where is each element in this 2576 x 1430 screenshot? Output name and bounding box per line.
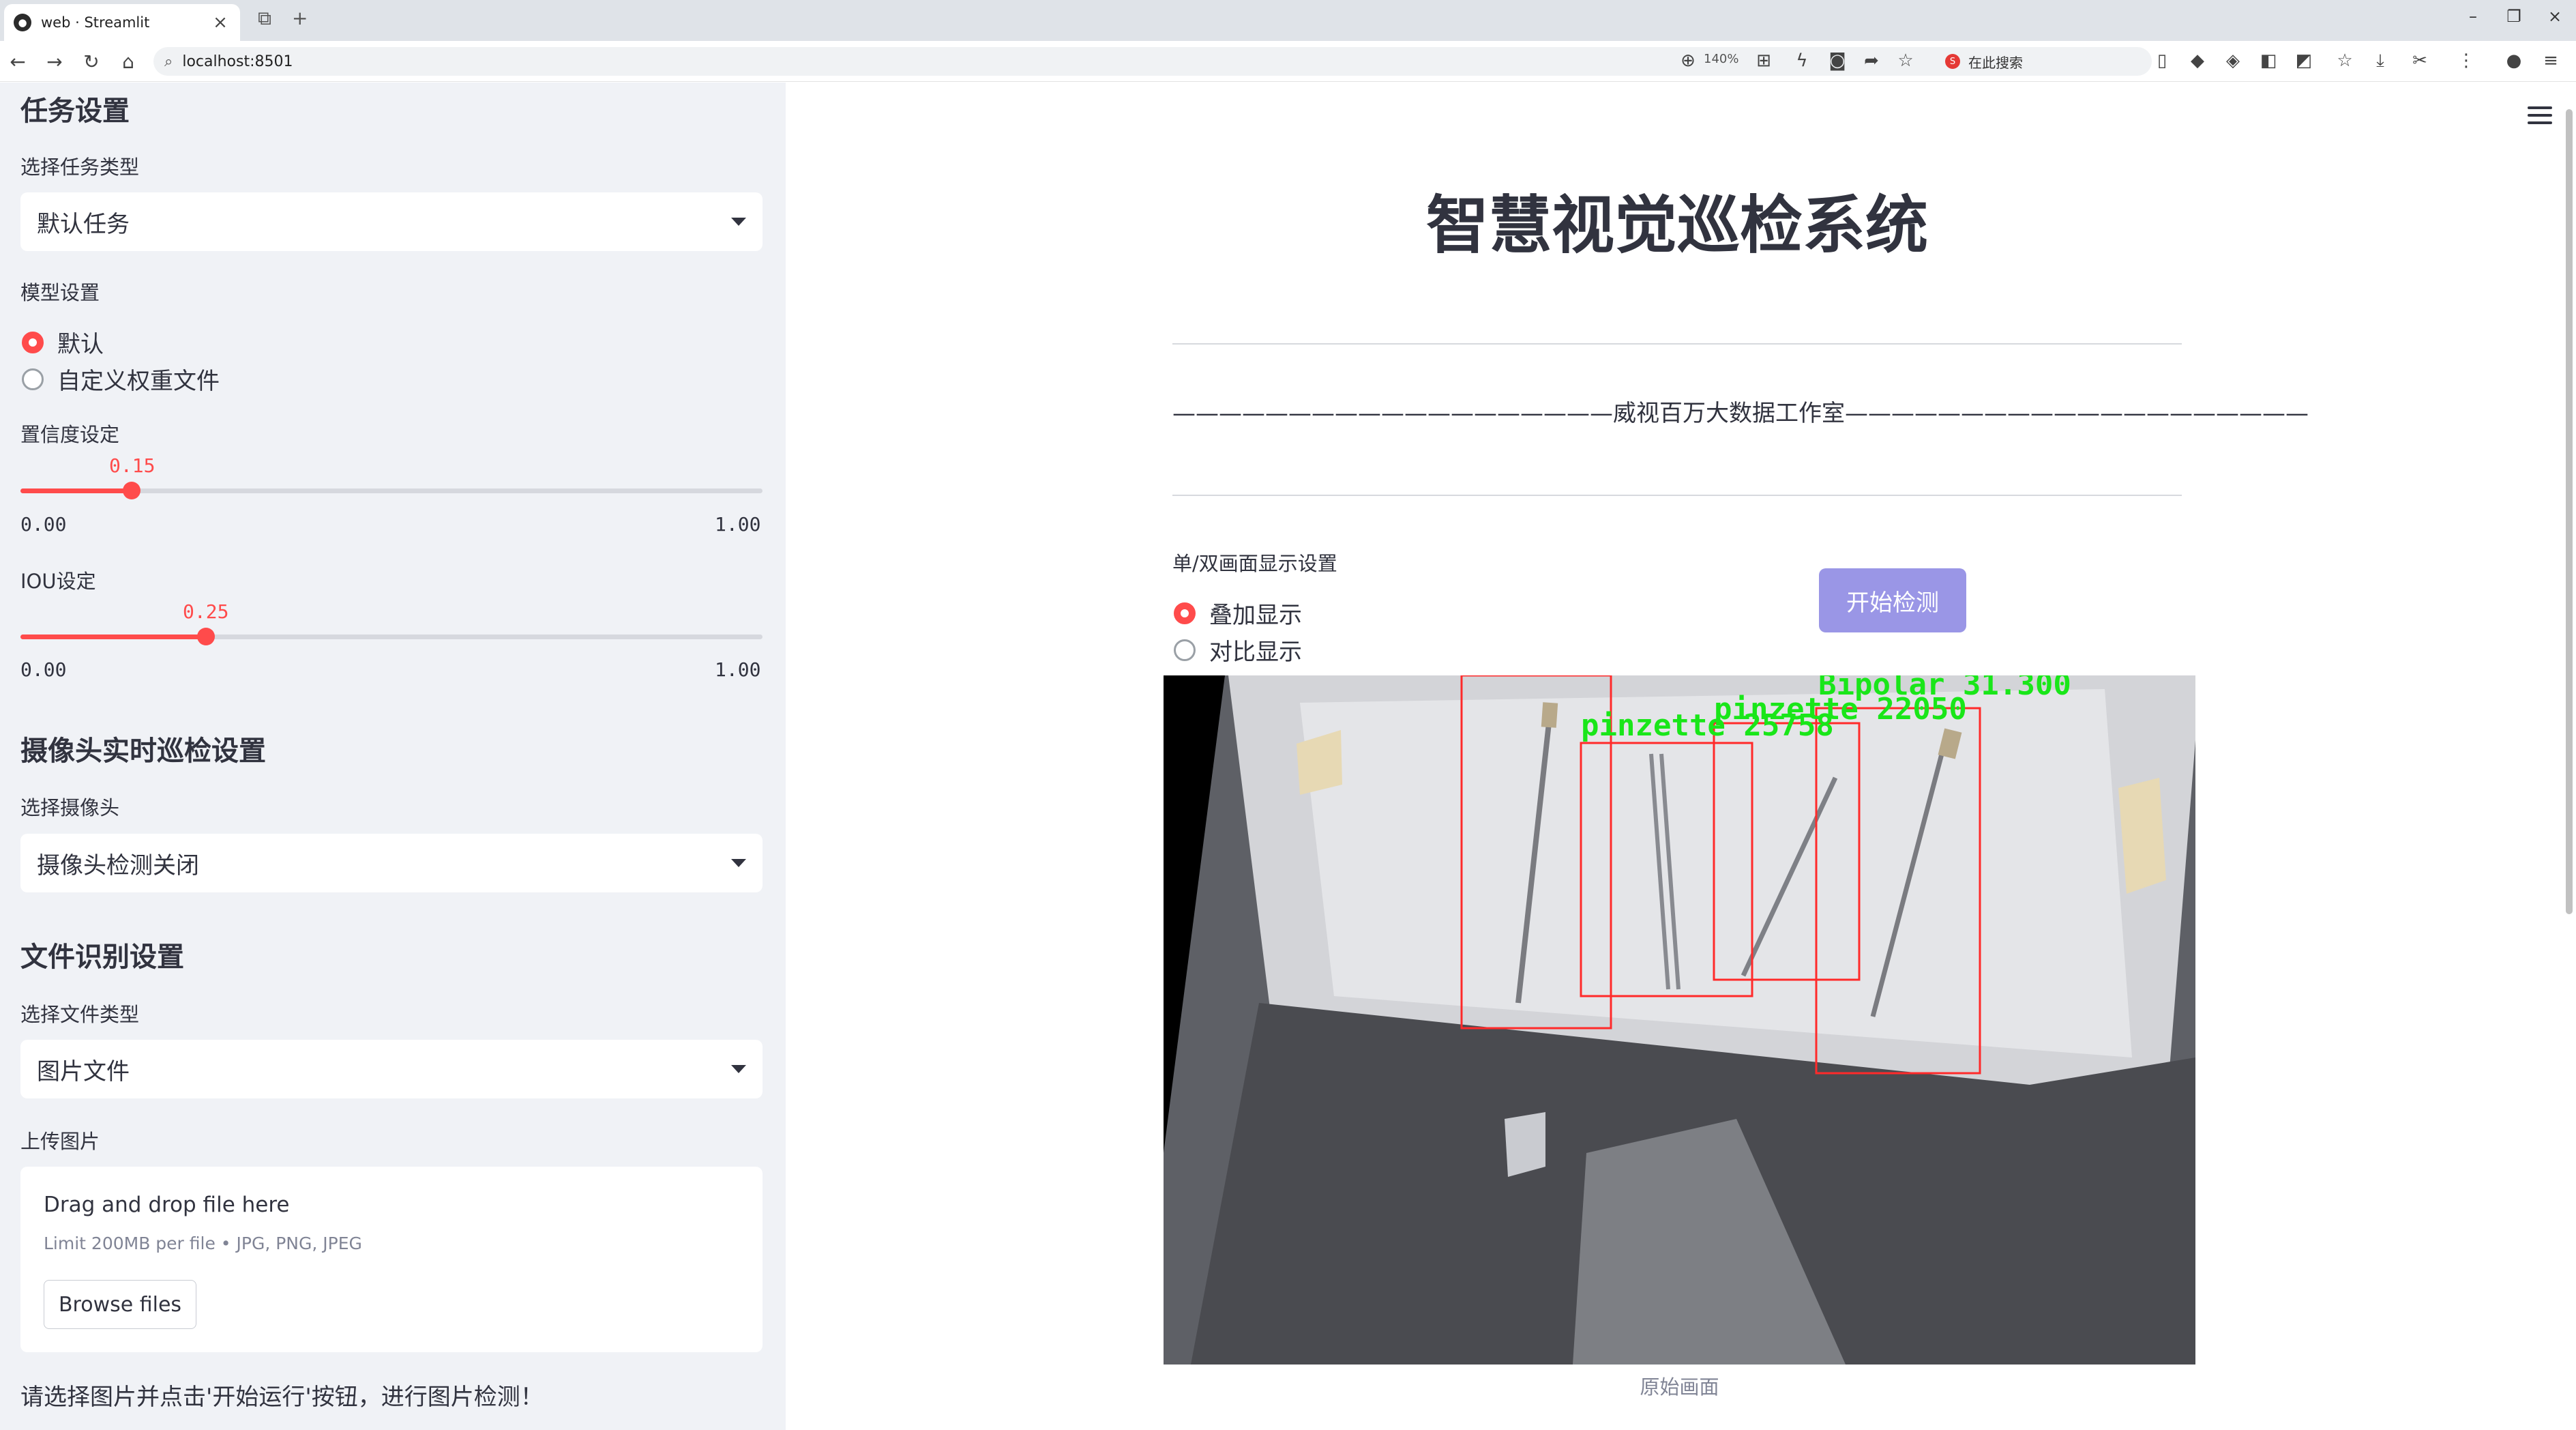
confidence-value: 0.15 bbox=[109, 454, 156, 477]
iou-max: 1.00 bbox=[715, 658, 761, 681]
display-option-label: 对比显示 bbox=[1209, 639, 1302, 666]
iou-slider-thumb[interactable] bbox=[197, 628, 215, 645]
display-option-compare[interactable]: 对比显示 bbox=[1174, 633, 1302, 667]
extension-icon[interactable]: ◩ bbox=[2292, 50, 2316, 71]
address-bar: ← → ↻ ⌂ ⌕ localhost:8501 ⊕ 140% ⊞ ϟ ◙ ➦ … bbox=[0, 41, 2576, 82]
camera-value: 摄像头检测关闭 bbox=[37, 851, 199, 879]
zoom-icon[interactable]: ⊕ bbox=[1678, 50, 1698, 71]
extension-icon[interactable]: ◧ bbox=[2256, 50, 2281, 71]
page-title: 智慧视觉巡检系统 bbox=[1425, 189, 1928, 262]
image-caption: 原始画面 bbox=[1640, 1375, 1719, 1399]
divider bbox=[1172, 343, 2182, 345]
tab-list-icon[interactable]: ⧉ bbox=[258, 7, 271, 30]
file-type-label: 选择文件类型 bbox=[20, 1003, 140, 1026]
window-close-icon[interactable]: × bbox=[2541, 7, 2568, 26]
confidence-min: 0.00 bbox=[20, 513, 67, 536]
scrollbar[interactable] bbox=[2566, 109, 2573, 914]
model-option-label: 自定义权重文件 bbox=[57, 368, 220, 395]
detection-label: pinzette 25758 bbox=[1581, 708, 1834, 743]
detection-scene: Bipolar 31.300 pinzette 22050 pinzette 2… bbox=[1164, 675, 2195, 1365]
scissors-icon[interactable]: ✂ bbox=[2408, 50, 2432, 71]
file-type-value: 图片文件 bbox=[37, 1057, 130, 1085]
more-icon[interactable]: ⋮ bbox=[2454, 50, 2478, 71]
iou-label: IOU设定 bbox=[20, 570, 96, 593]
divider bbox=[1172, 495, 2182, 496]
display-option-label: 叠加显示 bbox=[1209, 602, 1302, 629]
extension-icon[interactable]: ◈ bbox=[2221, 50, 2245, 71]
share-icon[interactable]: ➦ bbox=[1859, 50, 1884, 71]
task-type-label: 选择任务类型 bbox=[20, 156, 140, 179]
radio-selected-icon[interactable] bbox=[22, 331, 44, 353]
model-option-label: 默认 bbox=[57, 331, 104, 358]
phone-icon[interactable]: ▯ bbox=[2150, 50, 2174, 71]
chevron-down-icon bbox=[731, 1065, 746, 1073]
streamlit-favicon-icon: ● bbox=[14, 14, 31, 31]
download-icon[interactable]: ⤓ bbox=[2368, 50, 2393, 72]
restore-icon[interactable]: ❐ bbox=[2500, 7, 2528, 26]
camera-select[interactable]: 摄像头检测关闭 bbox=[20, 834, 763, 892]
model-option-custom[interactable]: 自定义权重文件 bbox=[22, 362, 220, 396]
model-settings-label: 模型设置 bbox=[20, 281, 100, 304]
url-text: localhost:8501 bbox=[182, 53, 293, 70]
display-option-overlay[interactable]: 叠加显示 bbox=[1174, 596, 1302, 630]
home-icon[interactable]: ⌂ bbox=[116, 50, 140, 73]
back-icon[interactable]: ← bbox=[5, 50, 30, 73]
screenshot-icon[interactable]: ◙ bbox=[1825, 50, 1850, 71]
translate-icon[interactable]: ⊞ bbox=[1751, 50, 1776, 71]
detection-image: Bipolar 31.300 pinzette 22050 pinzette 2… bbox=[1164, 675, 2195, 1365]
search-input[interactable]: S 在此搜索 bbox=[1936, 47, 2140, 76]
page-subtitle: ———————————————————威视百万大数据工作室———————————… bbox=[1172, 400, 2309, 427]
radio-unselected-icon[interactable] bbox=[1174, 639, 1196, 661]
forward-icon[interactable]: → bbox=[42, 50, 67, 73]
iou-value: 0.25 bbox=[183, 600, 229, 623]
file-dropzone[interactable]: Drag and drop file here Limit 200MB per … bbox=[20, 1167, 763, 1352]
task-settings-heading: 任务设置 bbox=[20, 96, 130, 127]
upload-hint: 请选择图片并点击'开始运行'按钮，进行图片检测！ bbox=[20, 1384, 544, 1411]
browser-tab[interactable]: ● web · Streamlit × bbox=[4, 4, 240, 41]
close-icon[interactable]: × bbox=[210, 12, 231, 33]
search-placeholder: 在此搜索 bbox=[1968, 54, 2023, 71]
menu-icon[interactable]: ≡ bbox=[2538, 50, 2563, 71]
model-option-default[interactable]: 默认 bbox=[22, 325, 104, 359]
camera-settings-heading: 摄像头实时巡检设置 bbox=[20, 735, 266, 767]
minimize-icon[interactable]: – bbox=[2459, 7, 2487, 26]
reload-icon[interactable]: ↻ bbox=[79, 50, 104, 73]
camera-label: 选择摄像头 bbox=[20, 796, 120, 819]
search-engine-icon[interactable]: S bbox=[1945, 54, 1960, 69]
iou-slider[interactable] bbox=[20, 634, 763, 639]
hamburger-menu-icon[interactable] bbox=[2528, 106, 2552, 129]
radio-unselected-icon[interactable] bbox=[22, 368, 44, 390]
upload-label: 上传图片 bbox=[20, 1130, 100, 1153]
url-field[interactable]: ⌕ localhost:8501 bbox=[153, 47, 2152, 76]
confidence-slider-thumb[interactable] bbox=[123, 482, 141, 499]
display-mode-label: 单/双画面显示设置 bbox=[1172, 552, 1337, 575]
lightning-icon[interactable]: ϟ bbox=[1790, 50, 1814, 71]
search-icon: ⌕ bbox=[164, 53, 173, 70]
file-settings-heading: 文件识别设置 bbox=[20, 942, 184, 973]
task-type-value: 默认任务 bbox=[37, 210, 130, 238]
confidence-slider-fill bbox=[20, 488, 132, 493]
favorite-icon[interactable]: ☆ bbox=[1893, 50, 1918, 71]
dropzone-title: Drag and drop file here bbox=[44, 1193, 290, 1217]
browser-tab-bar: ● web · Streamlit × ⧉ + – ❐ × bbox=[0, 0, 2576, 41]
confidence-label: 置信度设定 bbox=[20, 423, 120, 446]
chevron-down-icon bbox=[731, 218, 746, 226]
confidence-max: 1.00 bbox=[715, 513, 761, 536]
file-type-select[interactable]: 图片文件 bbox=[20, 1040, 763, 1098]
iou-min: 0.00 bbox=[20, 658, 67, 681]
browse-files-button[interactable]: Browse files bbox=[44, 1280, 196, 1329]
start-detection-button[interactable]: 开始检测 bbox=[1819, 568, 1966, 632]
bookmark-icon[interactable]: ☆ bbox=[2333, 50, 2357, 71]
radio-selected-icon[interactable] bbox=[1174, 602, 1196, 624]
iou-slider-fill bbox=[20, 634, 206, 639]
new-tab-icon[interactable]: + bbox=[292, 7, 308, 29]
dropzone-limit: Limit 200MB per file • JPG, PNG, JPEG bbox=[44, 1234, 362, 1253]
chevron-down-icon bbox=[731, 859, 746, 867]
zoom-level[interactable]: 140% bbox=[1704, 52, 1738, 66]
avatar[interactable]: ● bbox=[2502, 50, 2526, 71]
extension-icon[interactable]: ◆ bbox=[2185, 50, 2210, 71]
task-type-select[interactable]: 默认任务 bbox=[20, 192, 763, 251]
tab-title: web · Streamlit bbox=[41, 14, 150, 31]
